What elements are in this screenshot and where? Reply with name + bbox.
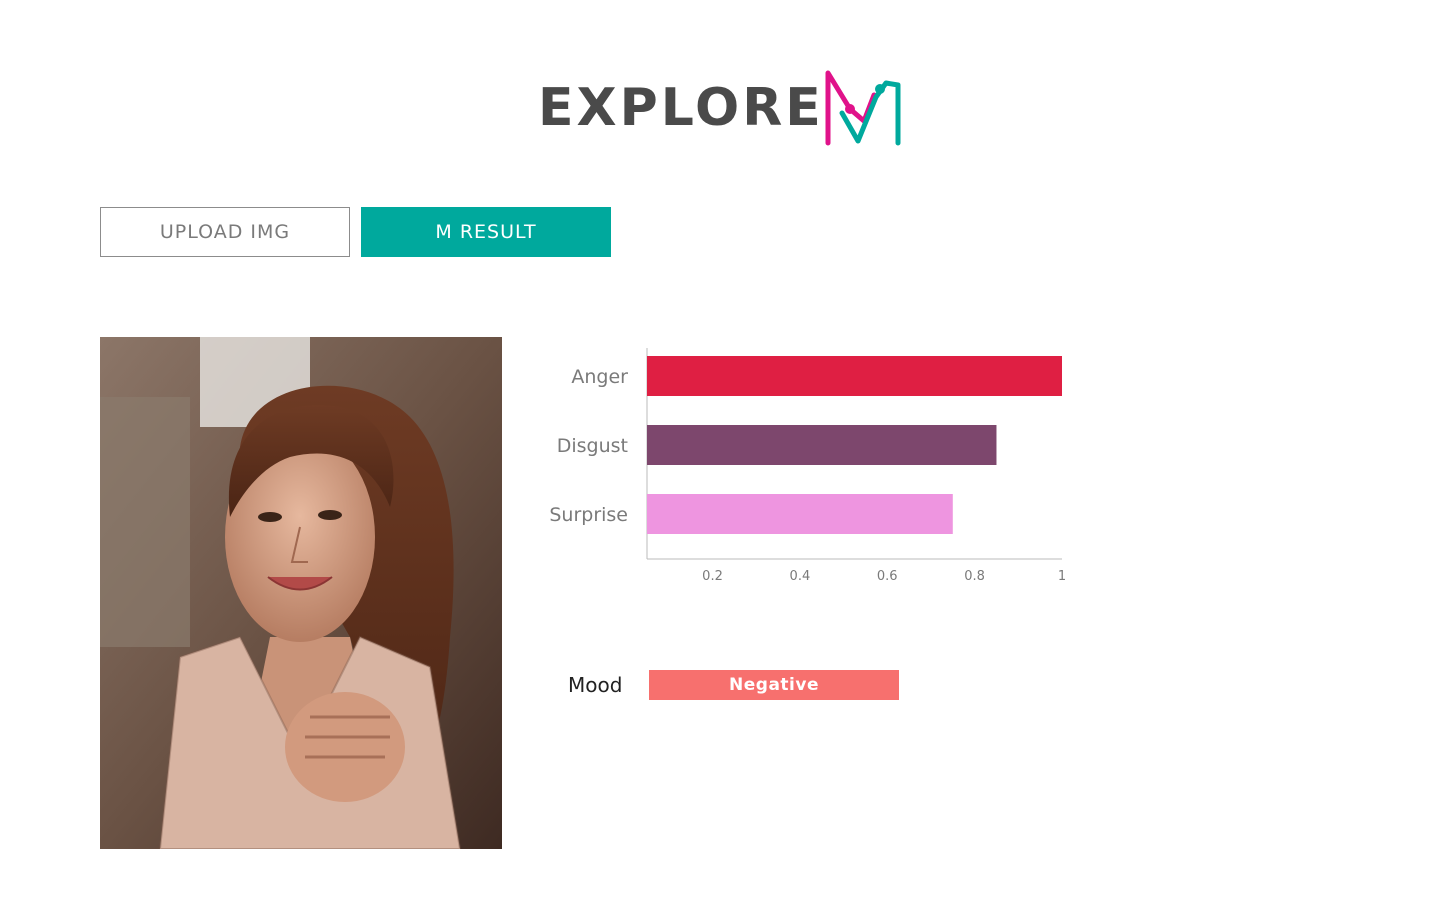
- x-tick-label: 0.2: [702, 569, 723, 584]
- tab-m-result[interactable]: M RESULT: [361, 207, 611, 257]
- page-title: EXPLORE: [538, 78, 824, 138]
- uploaded-photo: [100, 337, 502, 849]
- tab-upload-img[interactable]: UPLOAD IMG: [100, 207, 350, 257]
- mood-label: Mood: [568, 673, 623, 697]
- x-tick-label: 1: [1058, 569, 1066, 584]
- category-label-disgust: Disgust: [557, 435, 628, 457]
- chart-svg: Anger Disgust Surprise 0.2 0.4 0.6 0.8 1: [549, 348, 1066, 584]
- m-logo-icon: [822, 61, 904, 147]
- bar-surprise: [647, 494, 953, 534]
- x-tick-label: 0.4: [790, 569, 811, 584]
- header: EXPLORE: [0, 55, 1440, 150]
- emotion-bar-chart: Anger Disgust Surprise 0.2 0.4 0.6 0.8 1: [520, 340, 1100, 600]
- category-label-anger: Anger: [571, 366, 628, 388]
- x-tick-label: 0.8: [964, 569, 985, 584]
- category-label-surprise: Surprise: [549, 504, 628, 526]
- x-tick-label: 0.6: [877, 569, 898, 584]
- mood-badge: Negative: [649, 670, 899, 700]
- bar-disgust: [647, 425, 997, 465]
- explore-page: EXPLORE UPLOAD IMG M RESULT Anger Disgus…: [0, 0, 1440, 900]
- bar-anger: [647, 356, 1062, 396]
